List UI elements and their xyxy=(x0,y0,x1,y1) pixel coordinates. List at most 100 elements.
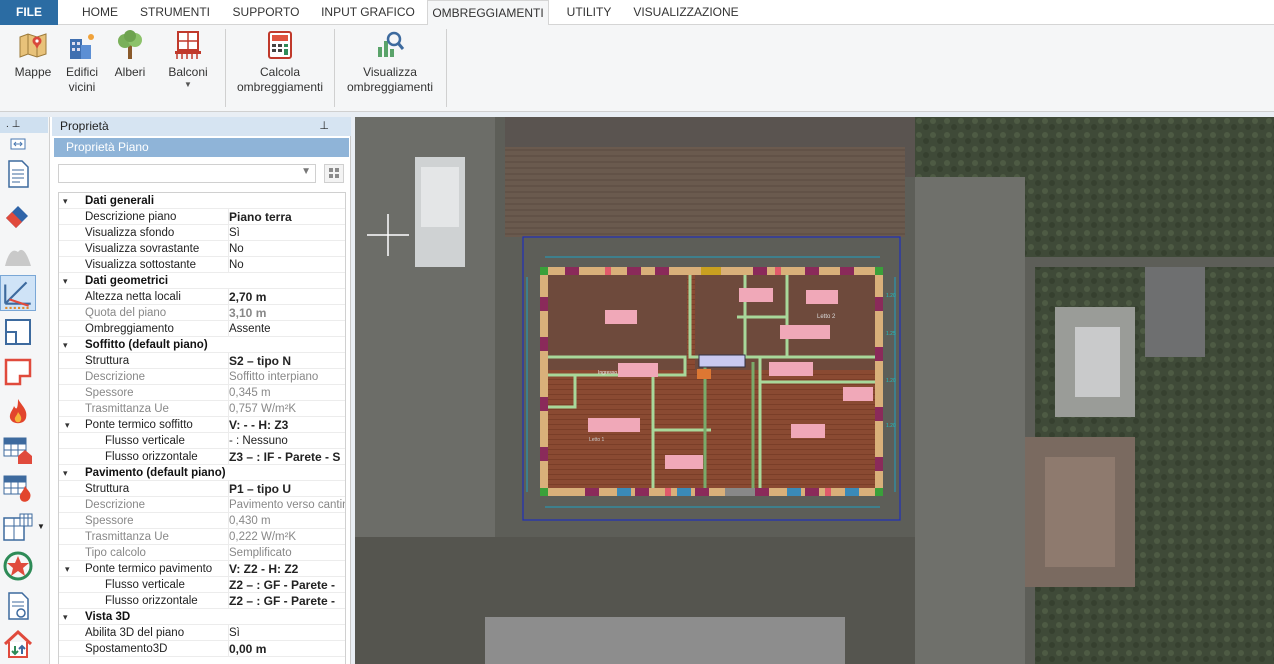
categorized-view-button[interactable] xyxy=(324,164,344,183)
object-selector-dropdown[interactable]: ▼ xyxy=(58,164,316,183)
property-value[interactable]: 2,70 m xyxy=(228,289,345,304)
measure-icon xyxy=(4,281,31,309)
visualizza-ombreggiamenti-button[interactable]: Visualizza ombreggiamenti xyxy=(342,29,438,95)
calcola-label-2: ombreggiamenti xyxy=(236,80,324,94)
tab-ombreggiamenti[interactable]: OMBREGGIAMENTI xyxy=(427,0,549,26)
table-flame-icon[interactable] xyxy=(2,472,34,504)
report-icon[interactable] xyxy=(2,590,34,622)
map-viewport[interactable]: Ingresso Letto 2 Letto 1 1.20 1.25 1.20 … xyxy=(355,117,1274,664)
collapse-icon[interactable]: ▾ xyxy=(63,609,68,624)
property-value[interactable]: Piano terra xyxy=(228,209,345,224)
property-row[interactable]: Flusso orizzontale Z3 – : IF - Parete - S xyxy=(59,449,345,465)
property-value[interactable]: No xyxy=(228,241,345,256)
pin-icon[interactable]: ⊥ xyxy=(12,119,21,130)
document-icon[interactable] xyxy=(2,158,34,190)
property-value[interactable]: 0,00 m xyxy=(228,641,345,656)
property-row[interactable]: Trasmittanza Ue 0,757 W/m²K xyxy=(59,401,345,417)
property-value[interactable]: 0,345 m xyxy=(228,385,345,400)
tab-strumenti[interactable]: STRUMENTI xyxy=(134,0,216,25)
room-icon[interactable] xyxy=(2,356,34,388)
property-row[interactable]: ▾ Ponte termico pavimento V: Z2 - H: Z2 xyxy=(59,561,345,577)
collapse-icon[interactable]: ▾ xyxy=(63,273,68,288)
layout-icon[interactable] xyxy=(2,512,34,544)
property-row[interactable]: Visualizza sfondo Sì xyxy=(59,225,345,241)
property-key: Spostamento3D xyxy=(85,643,168,655)
property-row[interactable]: Altezza netta locali 2,70 m xyxy=(59,289,345,305)
expand-icon[interactable] xyxy=(10,136,26,152)
star-badge-icon[interactable] xyxy=(2,550,34,582)
property-category[interactable]: ▾ Pavimento (default piano) xyxy=(59,465,345,481)
property-value[interactable]: No xyxy=(228,257,345,272)
balconi-button[interactable]: Balconi ▼ xyxy=(164,29,212,90)
property-value[interactable]: V: Z2 - H: Z2 xyxy=(228,561,345,576)
floor-plan-icon[interactable] xyxy=(2,316,34,348)
pin-icon[interactable]: ⊥ xyxy=(319,117,329,136)
collapse-icon[interactable]: ▾ xyxy=(63,337,68,352)
collapse-icon[interactable]: ▾ xyxy=(63,193,68,208)
property-row[interactable]: Quota del piano 3,10 m xyxy=(59,305,345,321)
property-row[interactable]: Ombreggiamento Assente xyxy=(59,321,345,337)
property-value[interactable]: - : Nessuno xyxy=(228,433,345,448)
property-value[interactable]: S2 – tipo N xyxy=(228,353,345,368)
tab-utility[interactable]: UTILITY xyxy=(558,0,620,25)
edifici-vicini-button[interactable]: Edifici vicini xyxy=(60,29,104,95)
property-row[interactable]: ▾ Ponte termico soffitto V: - - H: Z3 xyxy=(59,417,345,433)
property-row[interactable]: Tipo calcolo Semplificato xyxy=(59,545,345,561)
property-row[interactable]: Visualizza sovrastante No xyxy=(59,241,345,257)
property-category[interactable]: ▾ Soffitto (default piano) xyxy=(59,337,345,353)
property-value[interactable]: P1 – tipo U xyxy=(228,481,345,496)
property-value[interactable]: 0,757 W/m²K xyxy=(228,401,345,416)
property-value[interactable]: V: - - H: Z3 xyxy=(228,417,345,432)
property-row[interactable]: Flusso orizzontale Z2 – : GF - Parete - xyxy=(59,593,345,609)
property-row[interactable]: Visualizza sottostante No xyxy=(59,257,345,273)
property-value[interactable]: Z3 – : IF - Parete - S xyxy=(228,449,345,464)
collapse-icon[interactable]: ▾ xyxy=(63,465,68,480)
tab-visualizzazione[interactable]: VISUALIZZAZIONE xyxy=(630,0,742,25)
property-category[interactable]: ▾ Dati generali xyxy=(59,193,345,209)
measure-icon-button[interactable] xyxy=(0,275,36,311)
property-value[interactable]: Pavimento verso cantina xyxy=(228,497,345,512)
property-category[interactable]: ▾ Vista 3D xyxy=(59,609,345,625)
tab-input-grafico[interactable]: INPUT GRAFICO xyxy=(316,0,420,25)
property-row[interactable]: Spessore 0,430 m xyxy=(59,513,345,529)
property-value[interactable]: Assente xyxy=(228,321,345,336)
collapse-icon[interactable]: ▾ xyxy=(65,561,70,576)
property-row[interactable]: Descrizione piano Piano terra xyxy=(59,209,345,225)
property-value[interactable]: Z2 – : GF - Parete - xyxy=(228,577,345,592)
property-row[interactable]: Struttura S2 – tipo N xyxy=(59,353,345,369)
calcola-ombreggiamenti-button[interactable]: Calcola ombreggiamenti xyxy=(232,29,328,95)
property-row[interactable]: Struttura P1 – tipo U xyxy=(59,481,345,497)
eraser-icon[interactable] xyxy=(2,198,34,230)
property-value[interactable]: 0,430 m xyxy=(228,513,345,528)
table-house-icon[interactable] xyxy=(2,434,34,466)
property-value[interactable]: Semplificato xyxy=(228,545,345,560)
property-value[interactable]: Sì xyxy=(228,625,345,640)
chevron-down-icon[interactable]: ▼ xyxy=(37,522,45,531)
map-icon xyxy=(19,33,47,58)
tab-file[interactable]: FILE xyxy=(0,0,58,25)
property-row[interactable]: Abilita 3D del piano Sì xyxy=(59,625,345,641)
property-value[interactable]: Sì xyxy=(228,225,345,240)
property-category[interactable]: ▾ Dati geometrici xyxy=(59,273,345,289)
property-row[interactable]: Flusso verticale - : Nessuno xyxy=(59,433,345,449)
property-value[interactable]: 0,222 W/m²K xyxy=(228,529,345,544)
property-value[interactable]: Soffitto interpiano xyxy=(228,369,345,384)
property-row[interactable]: Flusso verticale Z2 – : GF - Parete - xyxy=(59,577,345,593)
dim-label: 1.20 xyxy=(886,293,896,299)
property-row[interactable]: Descrizione Pavimento verso cantina xyxy=(59,497,345,513)
property-row[interactable]: Trasmittanza Ue 0,222 W/m²K xyxy=(59,529,345,545)
property-row[interactable]: Spostamento3D 0,00 m xyxy=(59,641,345,657)
flame-icon[interactable] xyxy=(2,396,34,428)
property-key: Trasmittanza Ue xyxy=(85,531,169,543)
surface-icon[interactable] xyxy=(2,238,34,270)
tab-home[interactable]: HOME xyxy=(70,0,130,25)
property-value[interactable]: 3,10 m xyxy=(228,305,345,320)
property-row[interactable]: Spessore 0,345 m xyxy=(59,385,345,401)
property-value[interactable]: Z2 – : GF - Parete - xyxy=(228,593,345,608)
house-arrows-icon[interactable] xyxy=(2,628,34,660)
alberi-button[interactable]: Alberi xyxy=(108,29,152,80)
collapse-icon[interactable]: ▾ xyxy=(65,417,70,432)
property-row[interactable]: Descrizione Soffitto interpiano xyxy=(59,369,345,385)
mappe-button[interactable]: Mappe xyxy=(10,29,56,80)
tab-supporto[interactable]: SUPPORTO xyxy=(226,0,306,25)
